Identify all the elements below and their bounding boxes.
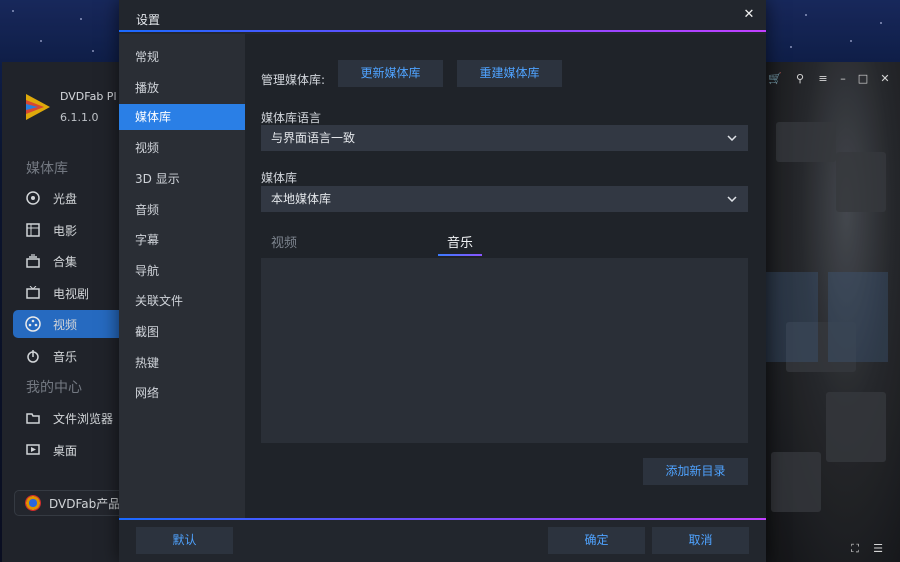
settings-nav: 常规 播放 媒体库 视频 3D 显示 音频 字幕 导航 关联文件 截图 热键 网… xyxy=(119,34,245,518)
default-button[interactable]: 默认 xyxy=(136,527,233,554)
nav-item-subtitles[interactable]: 字幕 xyxy=(119,227,245,253)
manage-library-label: 管理媒体库: xyxy=(261,73,326,87)
chevron-down-icon xyxy=(726,125,738,151)
update-library-button[interactable]: 更新媒体库 xyxy=(338,60,443,87)
library-language-label: 媒体库语言 xyxy=(261,111,322,125)
active-tab-indicator xyxy=(438,254,482,256)
nav-item-audio[interactable]: 音频 xyxy=(119,197,245,223)
nav-item-file-association[interactable]: 关联文件 xyxy=(119,288,245,314)
dialog-title: 设置 xyxy=(136,13,161,27)
tab-video[interactable]: 视频 xyxy=(271,232,297,251)
nav-item-playback[interactable]: 播放 xyxy=(119,75,245,101)
nav-item-general[interactable]: 常规 xyxy=(119,44,245,70)
dialog-titlebar: 设置 ✕ xyxy=(119,0,766,33)
dialog-footer: 默认 确定 取消 xyxy=(119,518,766,562)
nav-item-video[interactable]: 视频 xyxy=(119,135,245,161)
cancel-button[interactable]: 取消 xyxy=(652,527,749,554)
add-directory-button[interactable]: 添加新目录 xyxy=(643,458,748,485)
rebuild-library-button[interactable]: 重建媒体库 xyxy=(457,60,562,87)
footer-divider xyxy=(119,518,766,520)
nav-item-3d-display[interactable]: 3D 显示 xyxy=(119,166,245,192)
library-type-select[interactable]: 本地媒体库 xyxy=(261,186,748,212)
settings-dialog: 设置 ✕ 常规 播放 媒体库 视频 3D 显示 音频 字幕 导航 关联文件 截图… xyxy=(119,0,766,562)
library-type-value: 本地媒体库 xyxy=(271,192,332,206)
close-icon[interactable]: ✕ xyxy=(742,8,756,22)
library-type-label: 媒体库 xyxy=(261,171,298,185)
nav-item-screenshot[interactable]: 截图 xyxy=(119,319,245,345)
library-language-value: 与界面语言一致 xyxy=(271,131,356,145)
directory-list[interactable] xyxy=(261,258,748,443)
library-language-select[interactable]: 与界面语言一致 xyxy=(261,125,748,151)
settings-content: 管理媒体库: 更新媒体库 重建媒体库 媒体库语言 与界面语言一致 媒体库 本地媒… xyxy=(245,34,766,518)
nav-item-media-library[interactable]: 媒体库 xyxy=(119,104,245,130)
tab-music[interactable]: 音乐 xyxy=(447,232,473,251)
nav-item-navigation[interactable]: 导航 xyxy=(119,258,245,284)
nav-item-network[interactable]: 网络 xyxy=(119,380,245,406)
chevron-down-icon xyxy=(726,186,738,212)
nav-item-hotkeys[interactable]: 热键 xyxy=(119,350,245,376)
ok-button[interactable]: 确定 xyxy=(548,527,645,554)
